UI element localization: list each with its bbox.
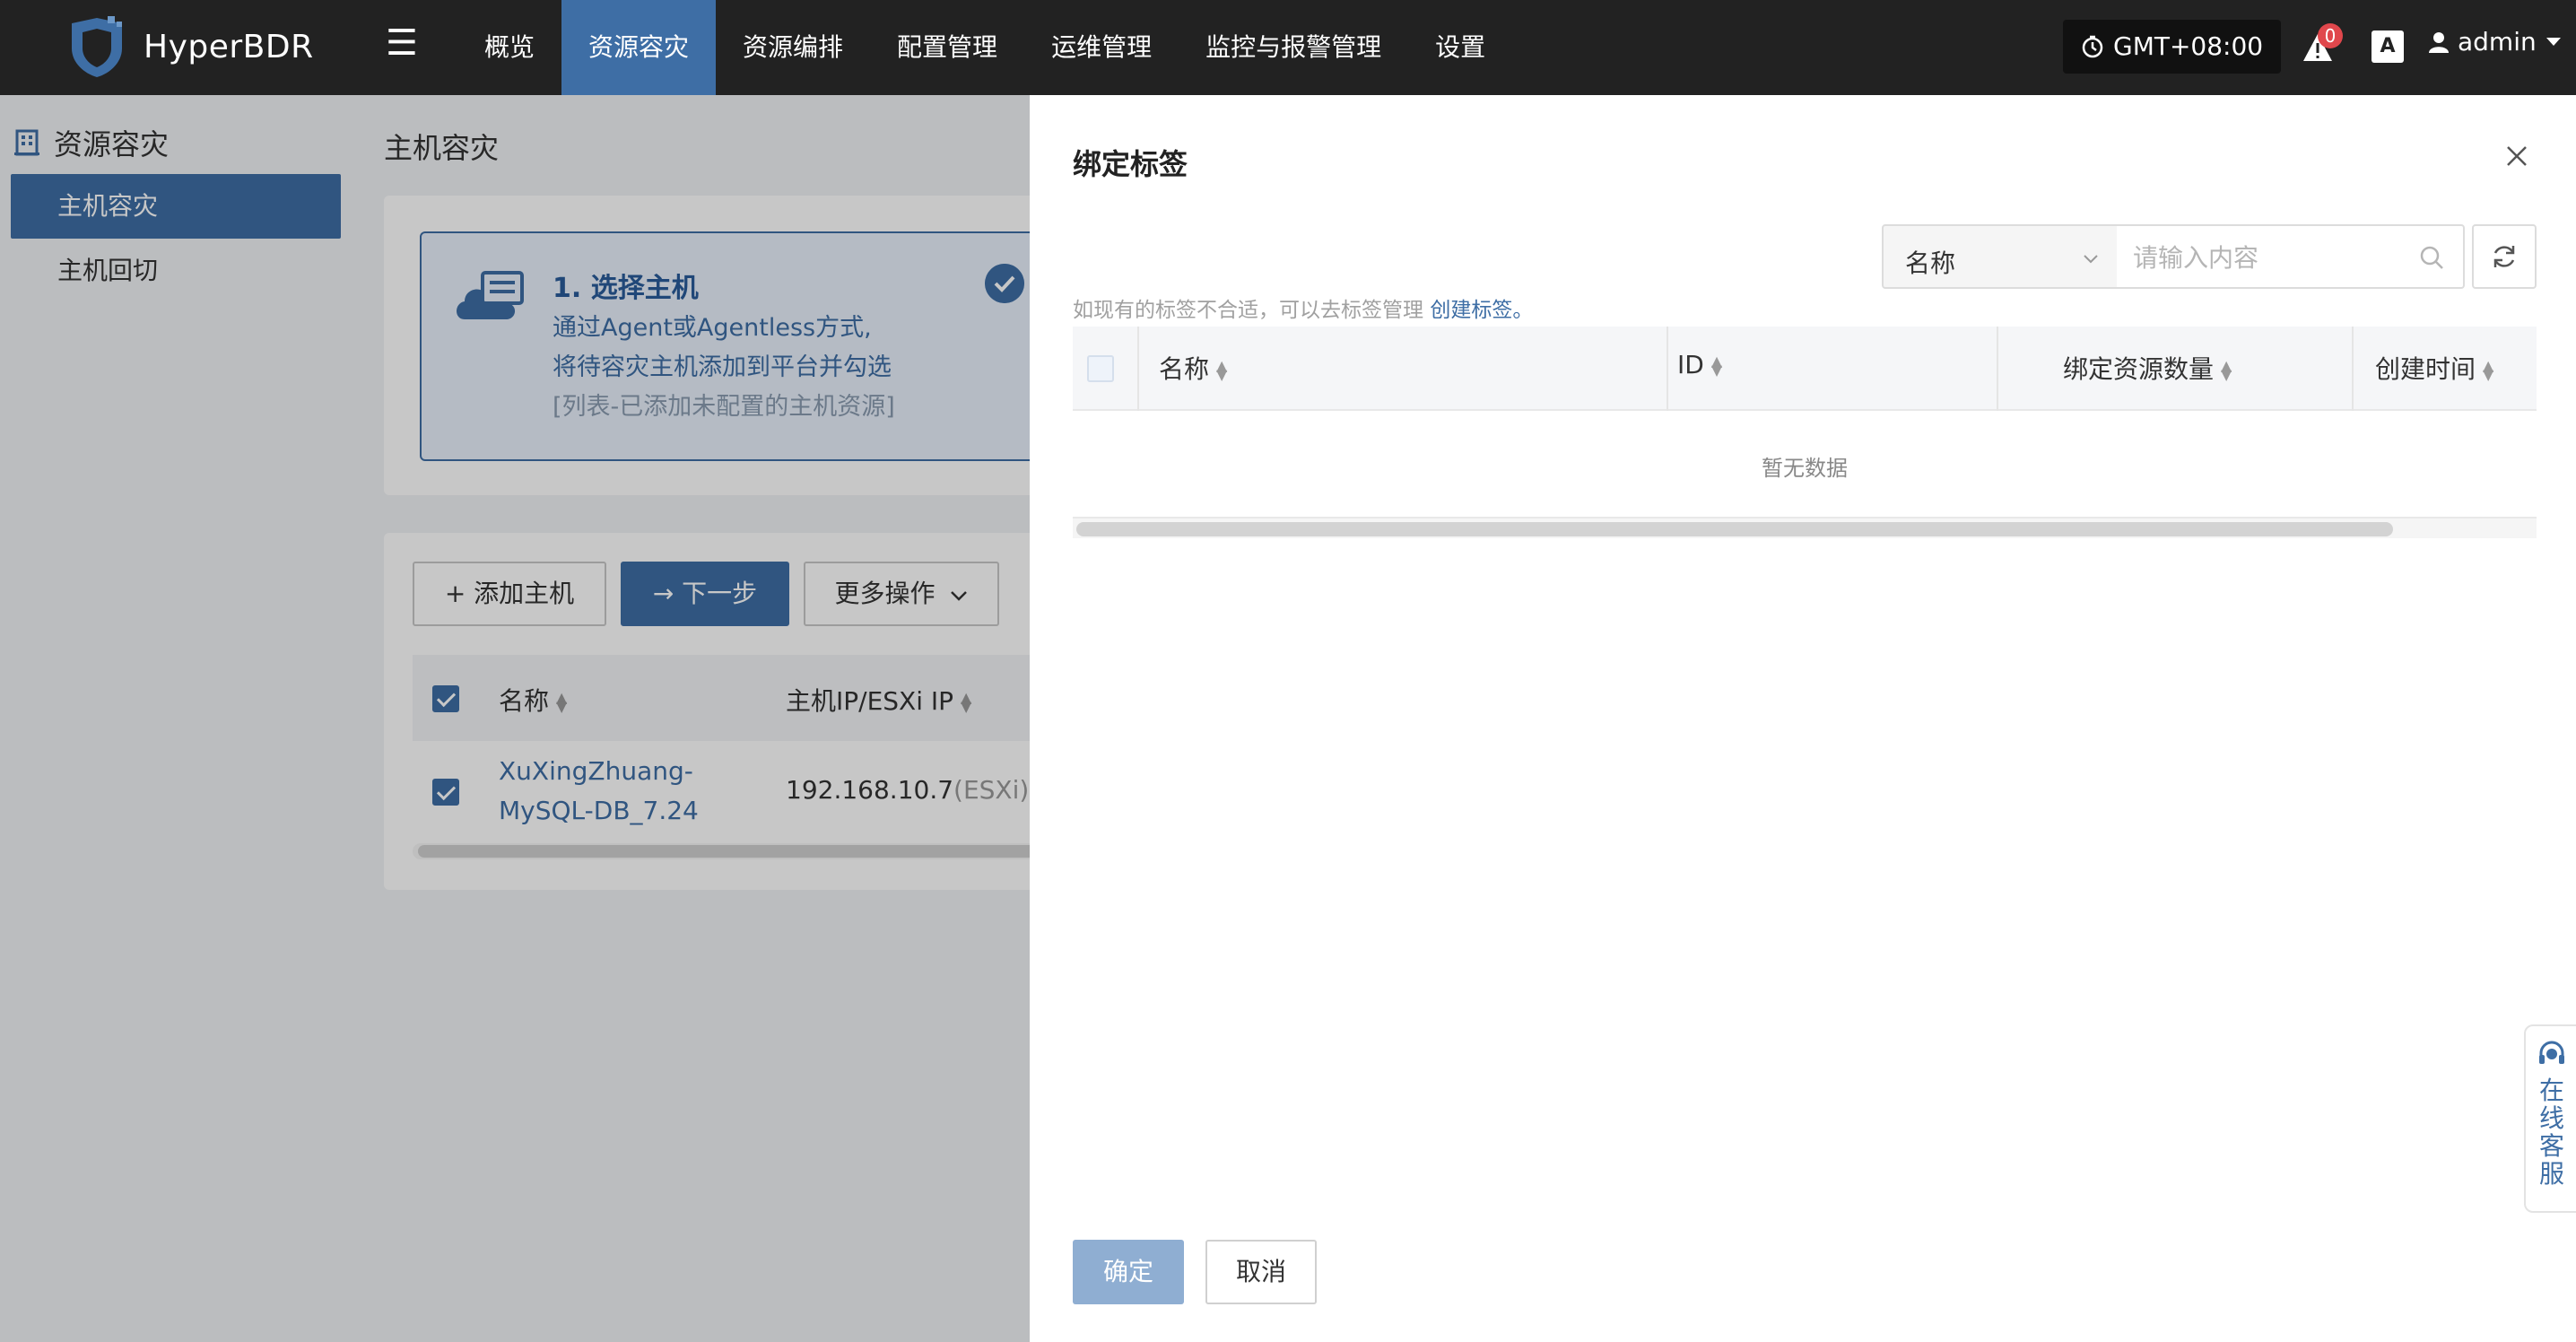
hint-label: 如现有的标签不合适，可以去标签管理 bbox=[1073, 299, 1423, 322]
filter-field-value: 名称 bbox=[1905, 248, 1956, 278]
sort-icon: ▲ ▼ bbox=[2483, 357, 2494, 383]
column-header-bound-count[interactable]: 绑定资源数量 ▲ ▼ bbox=[2063, 350, 2232, 386]
column-divider bbox=[2352, 327, 2354, 411]
timezone-button[interactable]: GMT+08:00 bbox=[2063, 20, 2282, 74]
refresh-button[interactable] bbox=[2472, 224, 2537, 289]
column-label: 绑定资源数量 bbox=[2063, 354, 2215, 384]
nav-item-overview[interactable]: 概览 bbox=[457, 0, 561, 95]
language-icon[interactable]: A bbox=[2371, 30, 2404, 63]
shield-logo-icon bbox=[72, 16, 122, 77]
sort-icon: ▲ ▼ bbox=[2221, 357, 2232, 383]
create-tag-link[interactable]: 创建标签。 bbox=[1430, 299, 1533, 322]
app-name: HyperBDR bbox=[144, 28, 314, 65]
confirm-button[interactable]: 确定 bbox=[1073, 1240, 1184, 1304]
search-icon[interactable] bbox=[2418, 244, 2445, 271]
main-nav: 概览 资源容灾 资源编排 配置管理 运维管理 监控与报警管理 设置 bbox=[457, 0, 1512, 95]
caret-down-icon bbox=[2546, 37, 2561, 46]
online-support-label: 在线客服 bbox=[2538, 1076, 2564, 1189]
column-divider bbox=[1997, 327, 1998, 411]
nav-item-orchestration[interactable]: 资源编排 bbox=[716, 0, 870, 95]
search-input[interactable] bbox=[2133, 239, 2402, 276]
column-header-name[interactable]: 名称 ▲ ▼ bbox=[1159, 350, 1227, 386]
cancel-button[interactable]: 取消 bbox=[1205, 1240, 1317, 1304]
column-header-id[interactable]: ID ▲ ▼ bbox=[1677, 350, 1722, 379]
timezone-label: GMT+08:00 bbox=[2113, 31, 2264, 61]
user-menu[interactable]: admin bbox=[2429, 27, 2562, 57]
tag-table-header bbox=[1073, 327, 2537, 411]
nav-item-monitoring[interactable]: 监控与报警管理 bbox=[1179, 0, 1408, 95]
column-header-created[interactable]: 创建时间 ▲ ▼ bbox=[2375, 350, 2493, 386]
chevron-down-icon bbox=[2084, 255, 2098, 264]
column-divider bbox=[1137, 327, 1139, 411]
logo[interactable]: HyperBDR bbox=[63, 13, 314, 81]
empty-state-text: 暂无数据 bbox=[1762, 456, 1848, 481]
select-all-tags-checkbox[interactable] bbox=[1087, 355, 1114, 382]
search-box bbox=[2117, 224, 2465, 289]
username: admin bbox=[2458, 27, 2537, 57]
nav-item-resource-dr[interactable]: 资源容灾 bbox=[561, 0, 717, 95]
column-label: ID bbox=[1677, 350, 1704, 379]
online-support-tab[interactable]: 在线客服 bbox=[2524, 1024, 2576, 1213]
clock-icon bbox=[2082, 35, 2103, 58]
menu-toggle-icon[interactable]: ☰ bbox=[386, 25, 422, 61]
bind-tag-drawer: 绑定标签 名称 如现有的标签不合适，可以去标签管理 创建标签。 名称▲▼ ID▲… bbox=[1030, 95, 2576, 1342]
nav-item-config[interactable]: 配置管理 bbox=[870, 0, 1024, 95]
column-label: 名称 bbox=[1159, 354, 1210, 384]
alert-count-badge: 0 bbox=[2318, 23, 2343, 48]
headset-icon bbox=[2539, 1041, 2564, 1064]
top-navbar: HyperBDR ☰ 概览 资源容灾 资源编排 配置管理 运维管理 监控与报警管… bbox=[0, 0, 2576, 95]
tag-table-scrollbar[interactable] bbox=[1076, 522, 2393, 536]
column-divider bbox=[1667, 327, 1668, 411]
hint-text: 如现有的标签不合适，可以去标签管理 创建标签。 bbox=[1073, 292, 1533, 323]
drawer-title: 绑定标签 bbox=[1073, 147, 1188, 181]
close-icon[interactable] bbox=[2501, 140, 2533, 172]
column-label: 创建时间 bbox=[2375, 354, 2476, 384]
sort-icon: ▲ ▼ bbox=[1216, 357, 1228, 383]
user-icon bbox=[2429, 31, 2449, 53]
sort-icon: ▲ ▼ bbox=[1710, 353, 1723, 379]
refresh-icon bbox=[2493, 246, 2515, 267]
nav-item-settings[interactable]: 设置 bbox=[1408, 0, 1512, 95]
nav-item-ops[interactable]: 运维管理 bbox=[1024, 0, 1179, 95]
filter-field-select[interactable]: 名称 bbox=[1882, 224, 2119, 289]
